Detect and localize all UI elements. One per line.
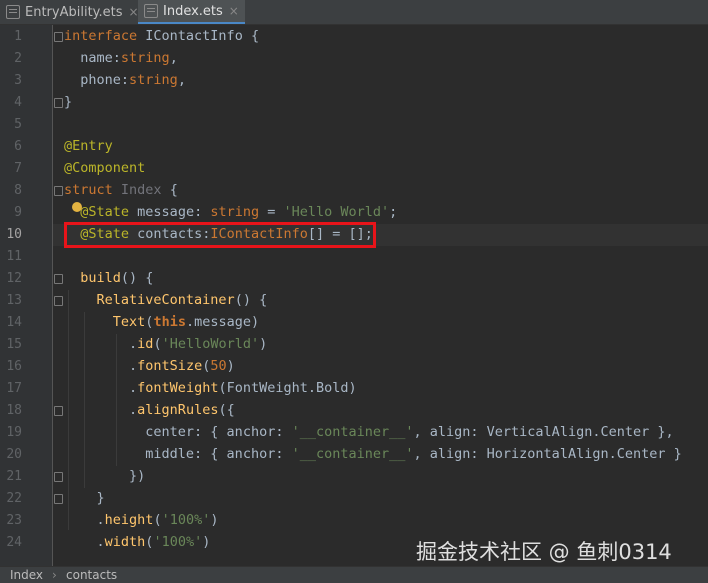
gutter-divider [52,25,53,566]
line-number: 12 [6,271,22,286]
fold-marker-icon[interactable] [54,472,63,482]
highlight-box [64,222,376,248]
code-line-15[interactable]: .id('HelloWorld') [64,333,267,355]
line-number: 7 [14,161,22,176]
line-number: 21 [6,469,22,484]
breadcrumb-item[interactable]: contacts [66,568,117,582]
fold-marker-icon[interactable] [54,406,63,416]
tab-entryability[interactable]: EntryAbility.ets × [6,0,139,24]
line-number: 22 [6,491,22,506]
breadcrumb-separator-icon: › [52,568,57,582]
line-number: 14 [6,315,22,330]
fold-marker-icon[interactable] [54,274,63,284]
line-number: 19 [6,425,22,440]
code-line-7[interactable]: @Component [64,157,145,179]
code-line-2[interactable]: name:string, [64,47,178,69]
line-number: 2 [14,51,22,66]
code-line-3[interactable]: phone:string, [64,69,186,91]
code-line-14[interactable]: Text(this.message) [64,311,259,333]
tab-index[interactable]: Index.ets × [138,0,245,24]
line-number: 18 [6,403,22,418]
line-number: 15 [6,337,22,352]
line-number: 3 [14,73,22,88]
fold-marker-icon[interactable] [54,98,63,108]
code-line-19[interactable]: center: { anchor: '__container__', align… [64,421,673,443]
code-line-13[interactable]: RelativeContainer() { [64,289,268,311]
fold-marker-icon[interactable] [54,186,63,196]
code-line-23[interactable]: .height('100%') [64,509,219,531]
line-number: 13 [6,293,22,308]
line-number: 20 [6,447,22,462]
line-number: 17 [6,381,22,396]
line-number: 5 [14,117,22,132]
code-line-24[interactable]: .width('100%') [64,531,211,553]
line-number: 6 [14,139,22,154]
code-line-22[interactable]: } [64,487,105,509]
close-icon[interactable]: × [229,4,239,18]
code-line-8[interactable]: struct Index { [64,179,178,201]
fold-marker-icon[interactable] [54,32,63,42]
code-line-4[interactable]: } [64,91,72,113]
code-line-16[interactable]: .fontSize(50) [64,355,235,377]
line-number: 8 [14,183,22,198]
line-number: 23 [6,513,22,528]
intention-bulb-icon[interactable] [72,202,82,212]
file-icon [6,5,20,19]
tab-label: Index.ets [163,3,223,19]
line-number: 11 [6,249,22,264]
code-line-1[interactable]: interface IContactInfo { [64,25,259,47]
line-number: 24 [6,535,22,550]
editor-tab-bar: EntryAbility.ets × Index.ets × [0,0,708,25]
breadcrumb-item[interactable]: Index [10,568,43,582]
code-line-17[interactable]: .fontWeight(FontWeight.Bold) [64,377,357,399]
breadcrumb: Index › contacts [0,566,708,583]
line-number: 16 [6,359,22,374]
file-icon [144,4,158,18]
watermark: 掘金技术社区 @ 鱼刺0314 [416,540,672,564]
tab-label: EntryAbility.ets [25,4,123,20]
code-line-18[interactable]: .alignRules({ [64,399,235,421]
code-line-12[interactable]: build() { [64,267,153,289]
code-line-6[interactable]: @Entry [64,135,113,157]
code-line-20[interactable]: middle: { anchor: '__container__', align… [64,443,681,465]
code-line-9[interactable]: @State message: string = 'Hello World'; [64,201,397,223]
line-number: 1 [14,29,22,44]
line-number: 9 [14,205,22,220]
line-number: 10 [6,227,22,242]
code-line-21[interactable]: }) [64,465,145,487]
fold-marker-icon[interactable] [54,296,63,306]
fold-marker-icon[interactable] [54,494,63,504]
line-number: 4 [14,95,22,110]
